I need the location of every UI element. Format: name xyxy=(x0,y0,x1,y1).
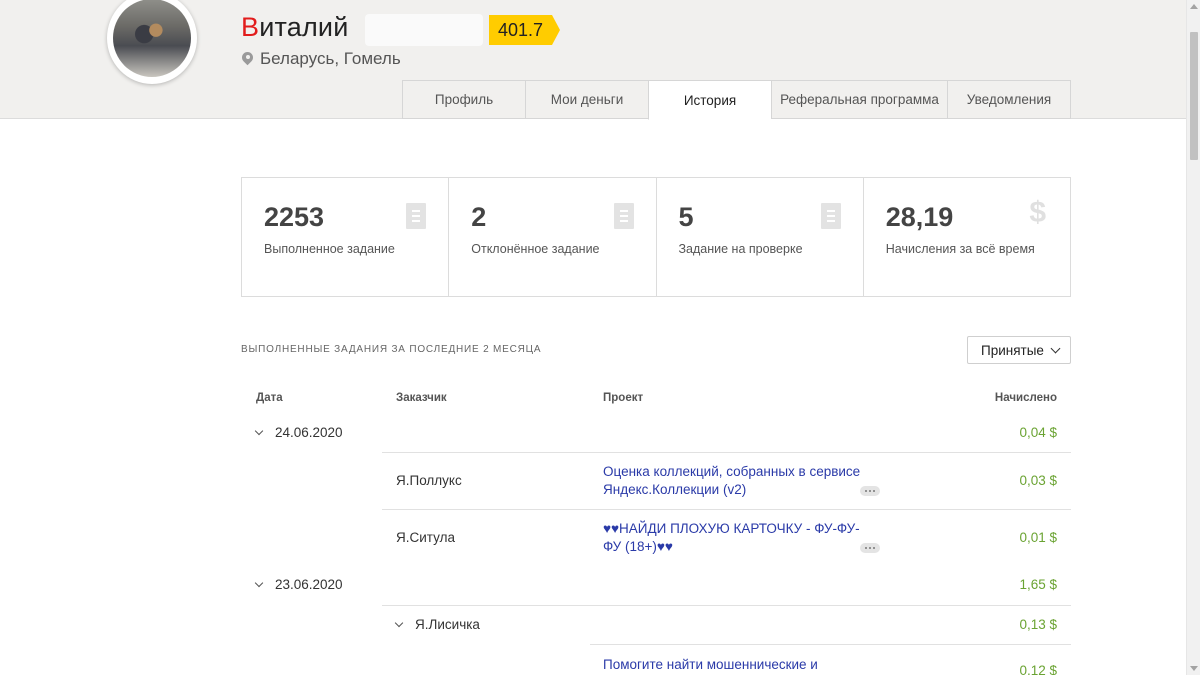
group-total: 1,65 $ xyxy=(1019,577,1057,592)
chevron-down-icon xyxy=(254,426,264,436)
column-header-project[interactable]: Проект xyxy=(603,392,643,404)
profile-header: Виталий 401.7 Беларусь, Гомель Профиль М… xyxy=(0,0,1186,120)
project-link[interactable]: Оценка коллекций, собранных в сервисе Ян… xyxy=(603,463,868,499)
profile-tabs: Профиль Мои деньги История Реферальная п… xyxy=(402,80,1071,120)
row-amount: 0,12 $ xyxy=(1019,663,1057,675)
tab-referral-program[interactable]: Реферальная программа xyxy=(771,80,947,119)
more-icon[interactable] xyxy=(860,486,880,496)
stat-value: 28,19 xyxy=(885,202,954,232)
customer-group-toggle[interactable]: Я.Лисичка xyxy=(394,617,480,632)
status-filter-select[interactable]: Принятые xyxy=(967,336,1071,364)
user-name-first-letter: В xyxy=(241,12,260,42)
group-date: 24.06.2020 xyxy=(275,425,343,440)
row-amount: 0,01 $ xyxy=(1019,530,1057,545)
scroll-thumb[interactable] xyxy=(1190,32,1198,160)
subgroup-customer: Я.Лисичка xyxy=(415,617,480,632)
section-title: ВЫПОЛНЕННЫЕ ЗАДАНИЯ ЗА ПОСЛЕДНИЕ 2 МЕСЯЦ… xyxy=(241,344,542,355)
avatar[interactable] xyxy=(113,0,191,77)
stat-in-review: 5 Задание на проверке xyxy=(657,178,864,296)
stat-value: 5 xyxy=(678,202,694,232)
location: Беларусь, Гомель xyxy=(242,49,401,69)
project-link[interactable]: Помогите найти мошеннические и xyxy=(603,656,868,674)
column-header-date[interactable]: Дата xyxy=(256,392,283,404)
date-group-toggle[interactable]: 23.06.2020 xyxy=(254,577,343,592)
redacted-surname xyxy=(365,14,483,46)
stats-panel: 2253 Выполненное задание 2 Отклонённое з… xyxy=(241,177,1071,297)
project-link[interactable]: ♥♥НАЙДИ ПЛОХУЮ КАРТОЧКУ - ФУ-ФУ-ФУ (18+)… xyxy=(603,520,868,556)
stat-value: 2253 xyxy=(264,202,325,232)
stat-label: Начисления за всё время xyxy=(885,242,1035,256)
column-header-customer[interactable]: Заказчик xyxy=(396,392,447,404)
stat-label: Выполненное задание xyxy=(264,242,395,256)
more-icon[interactable] xyxy=(860,543,880,553)
stat-total-earnings: 28,19 Начисления за всё время $ xyxy=(864,178,1070,296)
stat-label: Отклонённое задание xyxy=(471,242,600,256)
document-icon xyxy=(406,203,427,229)
avatar-frame xyxy=(107,0,197,84)
scroll-down-arrow-icon[interactable] xyxy=(1190,666,1198,671)
column-header-amount[interactable]: Начислено xyxy=(957,392,1057,404)
subgroup-total: 0,13 $ xyxy=(1019,617,1057,632)
page-scrollbar[interactable] xyxy=(1186,0,1200,675)
row-divider xyxy=(382,452,1071,453)
tab-history[interactable]: История xyxy=(648,80,771,120)
row-amount: 0,03 $ xyxy=(1019,473,1057,488)
group-total: 0,04 $ xyxy=(1019,425,1057,440)
row-divider xyxy=(382,509,1071,510)
dollar-icon: $ xyxy=(1029,196,1046,229)
tab-profile[interactable]: Профиль xyxy=(402,80,525,119)
location-text: Беларусь, Гомель xyxy=(260,49,401,68)
filter-value: Принятые xyxy=(981,342,1044,358)
scroll-up-arrow-icon[interactable] xyxy=(1190,4,1198,9)
group-date: 23.06.2020 xyxy=(275,577,343,592)
document-icon xyxy=(613,203,634,229)
row-customer: Я.Поллукс xyxy=(396,473,462,488)
user-name-rest: италий xyxy=(259,12,349,42)
map-pin-icon xyxy=(242,52,253,67)
stat-completed: 2253 Выполненное задание xyxy=(242,178,450,296)
row-divider xyxy=(590,644,1071,645)
chevron-down-icon xyxy=(254,578,264,588)
user-name: Виталий xyxy=(241,12,349,43)
stat-rejected: 2 Отклонённое задание xyxy=(449,178,657,296)
row-customer: Я.Ситула xyxy=(396,530,455,545)
date-group-toggle[interactable]: 24.06.2020 xyxy=(254,425,343,440)
stat-value: 2 xyxy=(471,202,487,232)
chevron-down-icon xyxy=(394,618,404,628)
row-divider xyxy=(382,605,1071,606)
tab-notifications[interactable]: Уведомления xyxy=(947,80,1071,119)
tab-my-money[interactable]: Мои деньги xyxy=(525,80,648,119)
stat-label: Задание на проверке xyxy=(678,242,803,256)
rating-badge: 401.7 xyxy=(489,15,561,45)
chevron-down-icon xyxy=(1050,343,1061,353)
document-icon xyxy=(820,203,841,229)
